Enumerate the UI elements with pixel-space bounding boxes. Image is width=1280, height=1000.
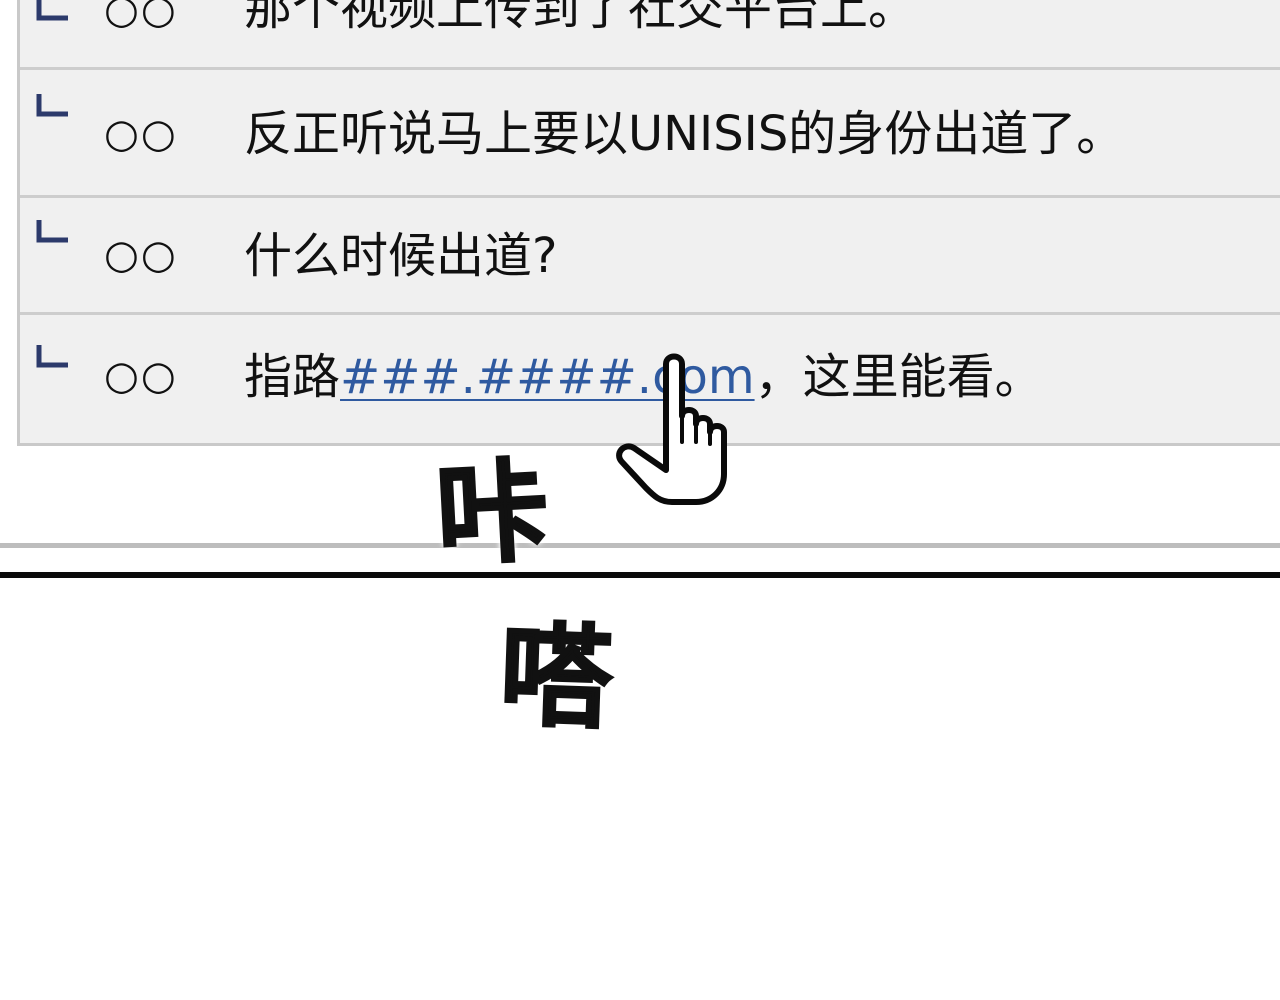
reply-text: 反正听说马上要以UNISIS的身份出道了。 [244, 106, 1125, 162]
reply-row: ○○ 那个视频上传到了社交平台上。 [20, 0, 1280, 70]
reply-arrow-icon [36, 94, 70, 118]
reply-arrow-icon [36, 220, 70, 244]
comic-panel: ○○ 那个视频上传到了社交平台上。 ○○ 反正听说马上要以UNISIS的身份出道… [0, 0, 1280, 1000]
panel-divider [0, 543, 1280, 548]
reply-text: 什么时候出道? [244, 228, 558, 284]
reply-row: ○○ 什么时候出道? [20, 198, 1280, 315]
reply-arrow-icon [36, 345, 70, 369]
panel-border [0, 572, 1280, 578]
reply-username[interactable]: ○○ [104, 352, 178, 400]
reply-text: 那个视频上传到了社交平台上。 [244, 0, 917, 36]
reply-row: ○○ 反正听说马上要以UNISIS的身份出道了。 [20, 70, 1280, 198]
sound-effect-click: 嗒 [497, 610, 615, 746]
reply-username[interactable]: ○○ [104, 231, 178, 279]
reply-text-suffix: ，这里能看。 [754, 349, 1043, 405]
pointing-hand-cursor-icon [610, 350, 750, 510]
reply-username[interactable]: ○○ [104, 0, 178, 34]
reply-username[interactable]: ○○ [104, 110, 178, 158]
sound-effect-click: 咔 [432, 445, 553, 583]
reply-arrow-icon [36, 0, 70, 22]
reply-text-prefix: 指路 [244, 349, 341, 405]
